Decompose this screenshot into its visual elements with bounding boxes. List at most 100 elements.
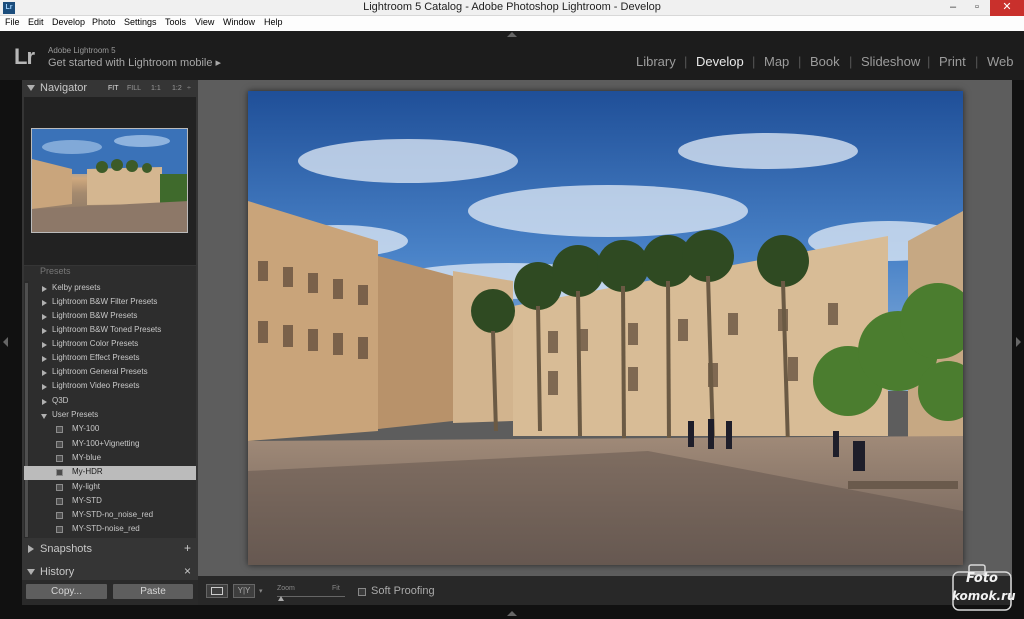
zoom-fit-option[interactable]: FIT bbox=[108, 85, 119, 92]
menu-help[interactable]: Help bbox=[264, 17, 283, 27]
develop-toolbar bbox=[198, 576, 1012, 605]
module-book[interactable]: Book bbox=[810, 54, 840, 69]
snapshots-header[interactable]: Snapshots + bbox=[24, 540, 196, 557]
preset-folder[interactable]: Q3D bbox=[24, 395, 196, 409]
preset-folder-label: Lightroom Color Presets bbox=[52, 339, 139, 348]
preset-item[interactable]: MY-blue bbox=[24, 452, 196, 466]
zoom-label: Zoom bbox=[277, 585, 295, 592]
preset-icon bbox=[56, 426, 63, 433]
preset-item-label: MY-STD-noise_red bbox=[72, 524, 140, 533]
preset-icon bbox=[56, 526, 63, 533]
top-panel-toggle-icon[interactable] bbox=[507, 32, 517, 37]
expand-triangle-icon bbox=[42, 399, 47, 405]
zoom-menu-icon[interactable]: ÷ bbox=[187, 85, 191, 92]
window-titlebar: Lr Lightroom 5 Catalog - Adobe Photoshop… bbox=[0, 0, 1024, 16]
preset-folder[interactable]: Lightroom Video Presets bbox=[24, 380, 196, 394]
preset-folder-label: Lightroom Effect Presets bbox=[52, 353, 140, 362]
module-web[interactable]: Web bbox=[987, 54, 1014, 69]
preset-icon bbox=[56, 469, 63, 476]
module-separator: | bbox=[927, 54, 931, 69]
module-library[interactable]: Library bbox=[636, 54, 676, 69]
history-header[interactable]: History × bbox=[24, 563, 196, 580]
left-panel-toggle-icon[interactable] bbox=[3, 337, 8, 347]
menu-settings[interactable]: Settings bbox=[124, 17, 157, 27]
expand-triangle-icon bbox=[28, 545, 34, 553]
zoom-fit-label: Fit bbox=[332, 585, 340, 592]
collapse-triangle-icon bbox=[27, 569, 35, 575]
watermark-text-line1: Foto bbox=[966, 571, 998, 586]
preset-folder[interactable]: Lightroom Color Presets bbox=[24, 338, 196, 352]
presets-header-partial[interactable]: Presets bbox=[40, 266, 71, 276]
zoom-slider-track[interactable] bbox=[277, 596, 345, 597]
history-label: History bbox=[40, 566, 75, 578]
soft-proofing-checkbox[interactable] bbox=[358, 588, 366, 596]
preset-icon bbox=[56, 498, 63, 505]
module-map[interactable]: Map bbox=[764, 54, 789, 69]
before-after-dropdown-icon[interactable]: ▾ bbox=[259, 587, 263, 595]
preset-folder-label: Lightroom B&W Filter Presets bbox=[52, 297, 158, 306]
navigator-header[interactable]: Navigator FIT FILL 1:1 1:2 ÷ bbox=[22, 80, 198, 96]
navigator-preview-thumbnail[interactable] bbox=[31, 128, 188, 233]
preset-item[interactable]: MY-STD bbox=[24, 495, 196, 509]
preset-item[interactable]: My-light bbox=[24, 481, 196, 495]
preset-icon bbox=[56, 484, 63, 491]
menu-view[interactable]: View bbox=[195, 17, 214, 27]
minimize-button[interactable]: – bbox=[942, 0, 964, 16]
preset-folder[interactable]: Lightroom Effect Presets bbox=[24, 352, 196, 366]
expand-triangle-icon bbox=[42, 342, 47, 348]
preset-item[interactable]: MY-STD-no_noise_red bbox=[24, 509, 196, 523]
right-panel-toggle-icon[interactable] bbox=[1016, 337, 1021, 347]
module-slideshow[interactable]: Slideshow bbox=[861, 54, 920, 69]
zoom-fill-option[interactable]: FILL bbox=[127, 85, 141, 92]
menu-tools[interactable]: Tools bbox=[165, 17, 186, 27]
menu-develop[interactable]: Develop bbox=[52, 17, 85, 27]
zoom-slider-knob[interactable] bbox=[278, 596, 284, 601]
preset-folder[interactable]: Lightroom General Presets bbox=[24, 366, 196, 380]
clear-history-button[interactable]: × bbox=[184, 564, 191, 578]
zoom-1-1-option[interactable]: 1:1 bbox=[151, 85, 161, 92]
maximize-button[interactable]: ▫ bbox=[966, 0, 988, 16]
lightroom-mobile-link[interactable]: Get started with Lightroom mobile ▸ bbox=[48, 56, 221, 69]
preset-folder[interactable]: Kelby presets bbox=[24, 282, 196, 296]
window-title: Lightroom 5 Catalog - Adobe Photoshop Li… bbox=[363, 1, 661, 13]
preset-item[interactable]: MY-100+Vignetting bbox=[24, 438, 196, 452]
filmstrip-toggle-icon[interactable] bbox=[507, 611, 517, 616]
preset-folder[interactable]: Lightroom B&W Filter Presets bbox=[24, 296, 196, 310]
module-separator: | bbox=[684, 54, 688, 69]
preset-item[interactable]: MY-100 bbox=[24, 423, 196, 437]
paste-button[interactable]: Paste bbox=[112, 583, 194, 600]
preset-item[interactable]: MY-STD-noise_red bbox=[24, 523, 196, 537]
menu-file[interactable]: File bbox=[5, 17, 20, 27]
snapshots-label: Snapshots bbox=[40, 543, 92, 555]
lightroom-logo: Lr bbox=[14, 44, 35, 69]
menu-photo[interactable]: Photo bbox=[92, 17, 116, 27]
module-separator: | bbox=[798, 54, 802, 69]
module-separator: | bbox=[849, 54, 853, 69]
main-photo[interactable] bbox=[248, 91, 963, 565]
add-snapshot-button[interactable]: + bbox=[184, 541, 191, 555]
preset-folder[interactable]: Lightroom B&W Toned Presets bbox=[24, 324, 196, 338]
expand-triangle-icon bbox=[42, 300, 47, 306]
module-print[interactable]: Print bbox=[939, 54, 966, 69]
loupe-view-button[interactable] bbox=[206, 584, 228, 598]
zoom-1-2-option[interactable]: 1:2 bbox=[172, 85, 182, 92]
soft-proofing-label[interactable]: Soft Proofing bbox=[371, 585, 435, 597]
module-develop[interactable]: Develop bbox=[696, 54, 744, 69]
preset-item-label: MY-STD-no_noise_red bbox=[72, 510, 154, 519]
preset-item-selected[interactable]: My-HDR bbox=[24, 466, 196, 480]
preset-item-label: MY-STD bbox=[72, 496, 102, 505]
module-separator: | bbox=[975, 54, 979, 69]
menu-window[interactable]: Window bbox=[223, 17, 255, 27]
preset-item-label: MY-100+Vignetting bbox=[72, 439, 140, 448]
preset-folder-user-presets[interactable]: User Presets bbox=[24, 409, 196, 423]
preset-folder[interactable]: Lightroom B&W Presets bbox=[24, 310, 196, 324]
preset-item-label: MY-blue bbox=[72, 453, 102, 462]
close-window-button[interactable]: ✕ bbox=[990, 0, 1024, 16]
copy-button[interactable]: Copy... bbox=[25, 583, 108, 600]
preset-icon bbox=[56, 512, 63, 519]
menu-edit[interactable]: Edit bbox=[28, 17, 44, 27]
before-after-button[interactable]: Y|Y bbox=[233, 584, 255, 598]
expand-triangle-icon bbox=[42, 314, 47, 320]
brand-name: Adobe Lightroom 5 bbox=[48, 46, 116, 55]
expand-triangle-icon bbox=[42, 370, 47, 376]
